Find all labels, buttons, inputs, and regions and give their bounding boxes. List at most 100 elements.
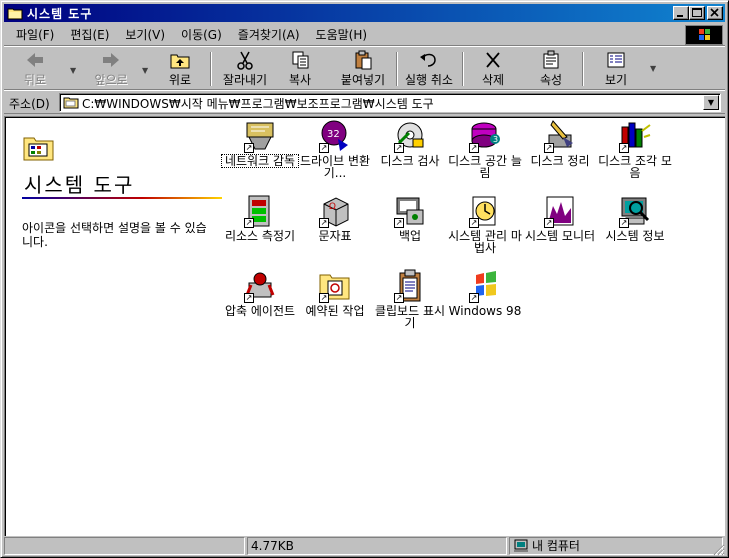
defragmenter-shortcut[interactable]: ↗ 디스크 조각 모음 (597, 119, 673, 179)
up-button[interactable]: 위로 (160, 50, 200, 88)
undo-icon (419, 50, 439, 70)
defragmenter-icon: ↗ (618, 119, 652, 153)
backup-icon: ↗ (393, 194, 427, 228)
folder-description: 아이콘을 선택하면 설명을 볼 수 있습니다. (22, 221, 207, 249)
disk-cleanup-shortcut[interactable]: ↗ 디스크 정리 (522, 119, 598, 167)
maintenance-wizard-icon: ↗ (468, 194, 502, 228)
copy-button[interactable]: 복사 (280, 50, 320, 88)
title-bar[interactable]: 시스템 도구 (4, 4, 725, 22)
forward-button[interactable]: 앞으로 (84, 50, 138, 88)
backup-shortcut[interactable]: ↗ 백업 (372, 194, 448, 242)
undo-button[interactable]: 실행 취소 (400, 50, 458, 88)
scheduled-tasks-icon: ↗ (318, 269, 352, 303)
back-label: 뒤로 (23, 73, 47, 87)
maintenance-wizard-shortcut[interactable]: ↗ 시스템 관리 마법사 (447, 194, 523, 254)
shortcut-arrow-icon: ↗ (319, 293, 329, 303)
address-text[interactable]: C:₩WINDOWS₩시작 메뉴₩프로그램₩보조프로그램₩시스템 도구 (82, 95, 434, 112)
delete-button[interactable]: 삭제 (474, 50, 512, 88)
shortcut-arrow-icon: ↗ (469, 218, 479, 228)
cut-label: 잘라내기 (222, 73, 268, 87)
item-label: 디스크 검사 (380, 154, 440, 168)
shortcut-arrow-icon: ↗ (244, 293, 254, 303)
menu-edit[interactable]: 편집(E) (62, 26, 117, 44)
item-label: 예약된 작업 (305, 304, 365, 318)
system-monitor-shortcut[interactable]: ↗ 시스템 모니터 (522, 194, 598, 242)
scandisk-shortcut[interactable]: ↗ 디스크 검사 (372, 119, 448, 167)
item-label: 네트워크 감독 (221, 154, 299, 168)
shortcut-arrow-icon: ↗ (469, 143, 479, 153)
drivespace-shortcut[interactable]: 3 ↗ 디스크 공간 늘림 (447, 119, 523, 179)
item-label: 디스크 정리 (530, 154, 590, 168)
menu-help[interactable]: 도움말(H) (308, 26, 376, 44)
shortcut-arrow-icon: ↗ (619, 143, 629, 153)
windows-98-shortcut[interactable]: ↗ Windows 98 (447, 269, 523, 317)
status-message (4, 537, 245, 555)
toolbar-separator (462, 52, 464, 86)
views-button[interactable]: 보기 (596, 50, 636, 88)
menu-favorites[interactable]: 즐겨찾기(A) (230, 26, 308, 44)
resource-meter-shortcut[interactable]: ↗ 리소스 측정기 (222, 194, 298, 242)
windows-logo-icon (685, 25, 723, 45)
copy-icon (290, 50, 310, 70)
address-dropdown-icon[interactable]: ▼ (703, 95, 719, 110)
shortcut-arrow-icon: ↗ (394, 143, 404, 153)
item-label: 압축 에이전트 (224, 304, 296, 318)
compression-agent-shortcut[interactable]: ↗ 압축 에이전트 (222, 269, 298, 317)
back-button[interactable]: 뒤로 (12, 50, 58, 88)
paste-button[interactable]: 붙여넣기 (336, 50, 390, 88)
explorer-window: 시스템 도구 파일(F) 편집(E) 보기(V) 이동(G) 즐겨찾기(A) 도… (0, 0, 729, 558)
resize-grip-icon[interactable] (713, 544, 725, 556)
delete-label: 삭제 (481, 73, 505, 87)
forward-arrow-icon (101, 50, 121, 70)
views-label: 보기 (604, 73, 628, 87)
menu-view[interactable]: 보기(V) (117, 26, 173, 44)
properties-button[interactable]: 속성 (532, 50, 570, 88)
svg-text:3: 3 (493, 135, 498, 144)
shortcut-arrow-icon: ↗ (394, 293, 404, 303)
forward-dropdown-icon[interactable]: ▼ (142, 66, 148, 75)
disk-cleanup-icon: ↗ (543, 119, 577, 153)
drive-converter-shortcut[interactable]: 32 ↗ 드라이브 변환기... (297, 119, 373, 179)
views-dropdown-icon[interactable]: ▼ (650, 64, 656, 73)
character-map-shortcut[interactable]: Ω ↗ 문자표 (297, 194, 373, 242)
item-label: 디스크 조각 모음 (598, 154, 672, 180)
close-button[interactable] (707, 6, 723, 20)
menu-bar: 파일(F) 편집(E) 보기(V) 이동(G) 즐겨찾기(A) 도움말(H) (4, 24, 725, 46)
clipboard-viewer-shortcut[interactable]: ↗ 클립보드 표시기 (372, 269, 448, 329)
properties-label: 속성 (539, 73, 563, 87)
item-label: 디스크 공간 늘림 (448, 154, 522, 180)
item-label: 드라이브 변환기... (299, 154, 371, 180)
shortcut-arrow-icon: ↗ (544, 143, 554, 153)
toolbar-separator (582, 52, 584, 86)
minimize-button[interactable] (673, 6, 689, 20)
status-size: 4.77KB (247, 537, 507, 555)
svg-text:32: 32 (327, 129, 340, 140)
undo-label: 실행 취소 (405, 73, 453, 87)
title-divider (22, 197, 222, 199)
my-computer-icon (514, 539, 528, 552)
address-field[interactable]: C:₩WINDOWS₩시작 메뉴₩프로그램₩보조프로그램₩시스템 도구 ▼ (59, 93, 721, 112)
folder-icon (7, 6, 23, 20)
shortcut-arrow-icon: ↗ (244, 143, 254, 153)
back-dropdown-icon[interactable]: ▼ (70, 66, 76, 75)
shortcut-arrow-icon: ↗ (619, 218, 629, 228)
status-bar: 4.77KB 내 컴퓨터 (4, 537, 725, 556)
item-label: 시스템 정보 (605, 229, 665, 243)
folder-title: 시스템 도구 (24, 173, 135, 197)
menu-go[interactable]: 이동(G) (173, 26, 230, 44)
svg-text:Ω: Ω (329, 202, 336, 212)
cut-button[interactable]: 잘라내기 (218, 50, 272, 88)
scheduled-tasks-shortcut[interactable]: ↗ 예약된 작업 (297, 269, 373, 317)
up-label: 위로 (168, 73, 192, 87)
drive-converter-icon: 32 ↗ (318, 119, 352, 153)
system-information-shortcut[interactable]: ↗ 시스템 정보 (597, 194, 673, 242)
item-label: 시스템 모니터 (524, 229, 596, 243)
maximize-button[interactable] (689, 6, 705, 20)
network-monitor-shortcut[interactable]: ↗ 네트워크 감독 (221, 119, 299, 168)
menu-file[interactable]: 파일(F) (8, 26, 62, 44)
address-label: 주소(D) (9, 97, 50, 111)
windows-flag-icon: ↗ (468, 269, 502, 303)
item-label: 리소스 측정기 (224, 229, 296, 243)
system-monitor-icon: ↗ (543, 194, 577, 228)
folder-view: 시스템 도구 아이콘을 선택하면 설명을 볼 수 있습니다. ↗ 네트워크 감독… (4, 116, 725, 536)
